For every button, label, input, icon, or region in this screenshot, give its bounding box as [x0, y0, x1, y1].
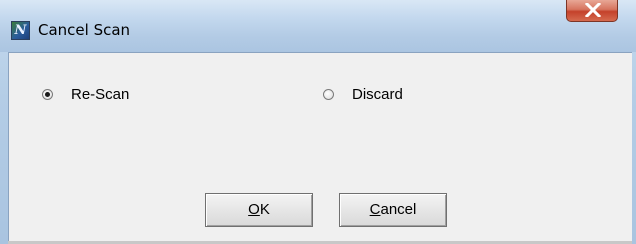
- close-icon: [585, 3, 601, 17]
- ok-button[interactable]: OK: [205, 193, 313, 227]
- dialog-body: [8, 52, 632, 244]
- cancel-label-rest: ancel: [380, 201, 417, 218]
- close-button[interactable]: [566, 0, 618, 22]
- title-bar[interactable]: N Cancel Scan: [0, 0, 636, 52]
- cancel-scan-dialog: N Cancel Scan Re-Scan Discard OK Cancel: [0, 0, 636, 244]
- window-title: Cancel Scan: [38, 21, 131, 39]
- radio-rescan-button[interactable]: [42, 89, 53, 100]
- radio-discard-button[interactable]: [323, 89, 334, 100]
- ok-mnemonic: O: [248, 201, 260, 218]
- cancel-mnemonic: C: [369, 201, 381, 218]
- radio-rescan-label: Re-Scan: [71, 86, 130, 103]
- cancel-button[interactable]: Cancel: [339, 193, 447, 227]
- radio-discard-label: Discard: [352, 86, 403, 103]
- radio-rescan[interactable]: Re-Scan: [42, 86, 129, 103]
- radio-discard[interactable]: Discard: [323, 86, 403, 103]
- app-logo-n-icon: N: [11, 21, 30, 40]
- ok-label-rest: K: [259, 201, 270, 218]
